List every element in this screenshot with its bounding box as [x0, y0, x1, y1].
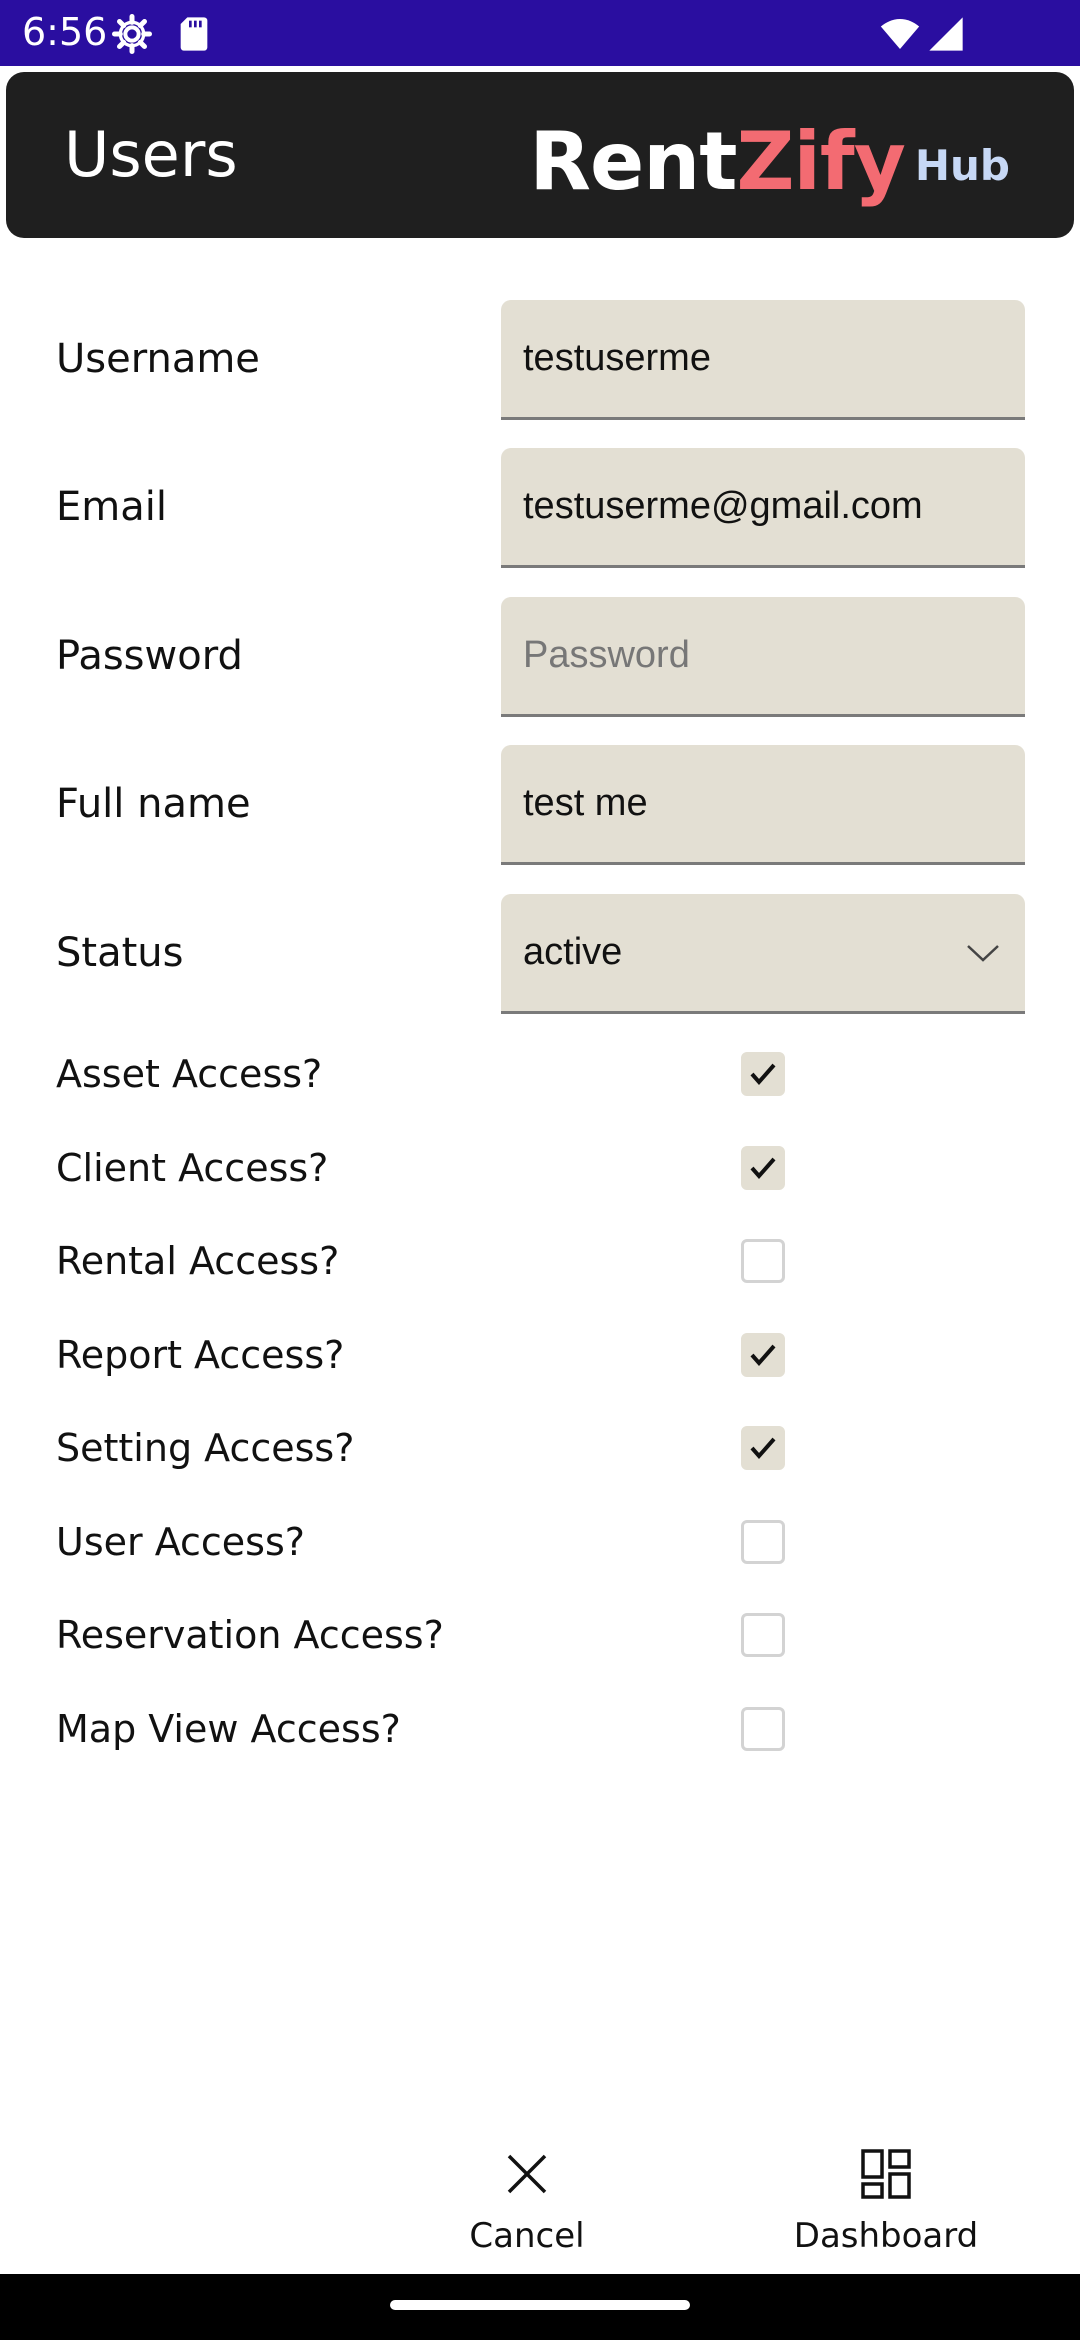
asset-access-checkbox[interactable] [741, 1052, 785, 1096]
email-input[interactable] [523, 448, 993, 565]
settings-icon [112, 14, 152, 54]
asset-access-label: Asset Access? [56, 1052, 323, 1096]
gesture-navigation-bar [0, 2274, 1080, 2340]
home-gesture-handle[interactable] [390, 2300, 690, 2310]
checkmark-icon [750, 1437, 776, 1460]
reservation-access-checkbox[interactable] [741, 1613, 785, 1657]
user-access-checkbox[interactable] [741, 1520, 785, 1564]
email-field[interactable] [501, 448, 1025, 568]
brand-logo-hub: Hub [914, 141, 1010, 190]
checkmark-icon [750, 1344, 776, 1367]
username-input[interactable] [523, 300, 993, 417]
dashboard-icon [861, 2149, 911, 2199]
cancel-button[interactable]: Cancel [427, 2148, 627, 2256]
full-name-label: Full name [56, 781, 251, 827]
close-icon [507, 2154, 547, 2194]
cancel-label: Cancel [469, 2216, 585, 2256]
map-view-access-checkbox[interactable] [741, 1707, 785, 1751]
status-select[interactable]: active [501, 894, 1025, 1014]
page-title: Users [64, 118, 238, 191]
password-label: Password [56, 633, 243, 679]
map-view-access-label: Map View Access? [56, 1707, 401, 1751]
dashboard-button[interactable]: Dashboard [786, 2148, 986, 2256]
app-header: Users Rent Zify Hub [6, 72, 1074, 238]
password-input[interactable] [523, 597, 993, 714]
brand-logo: Rent Zify Hub [529, 108, 1010, 208]
checkmark-icon [750, 1063, 776, 1086]
report-access-label: Report Access? [56, 1333, 345, 1377]
username-label: Username [56, 336, 260, 382]
dashboard-label: Dashboard [793, 2216, 979, 2256]
sd-card-icon [180, 17, 208, 51]
report-access-checkbox[interactable] [741, 1333, 785, 1377]
reservation-access-label: Reservation Access? [56, 1613, 444, 1657]
status-selected-value: active [523, 931, 623, 973]
checkmark-icon [750, 1157, 776, 1180]
user-access-label: User Access? [56, 1520, 305, 1564]
signal-icon [929, 17, 963, 51]
username-field[interactable] [501, 300, 1025, 420]
email-label: Email [56, 484, 167, 530]
status-label: Status [56, 930, 184, 976]
full-name-input[interactable] [523, 745, 993, 862]
full-name-field[interactable] [501, 745, 1025, 865]
client-access-label: Client Access? [56, 1146, 329, 1190]
status-time: 6:56 [22, 10, 108, 54]
setting-access-label: Setting Access? [56, 1426, 355, 1470]
brand-logo-zify: Zify [736, 115, 905, 208]
client-access-checkbox[interactable] [741, 1146, 785, 1190]
rental-access-checkbox[interactable] [741, 1239, 785, 1283]
brand-logo-rent: Rent [529, 115, 737, 208]
status-bar: 6:56 [0, 0, 1080, 66]
setting-access-checkbox[interactable] [741, 1426, 785, 1470]
chevron-down-icon [967, 945, 999, 962]
rental-access-label: Rental Access? [56, 1239, 340, 1283]
wifi-icon [880, 19, 920, 49]
password-field[interactable] [501, 597, 1025, 717]
